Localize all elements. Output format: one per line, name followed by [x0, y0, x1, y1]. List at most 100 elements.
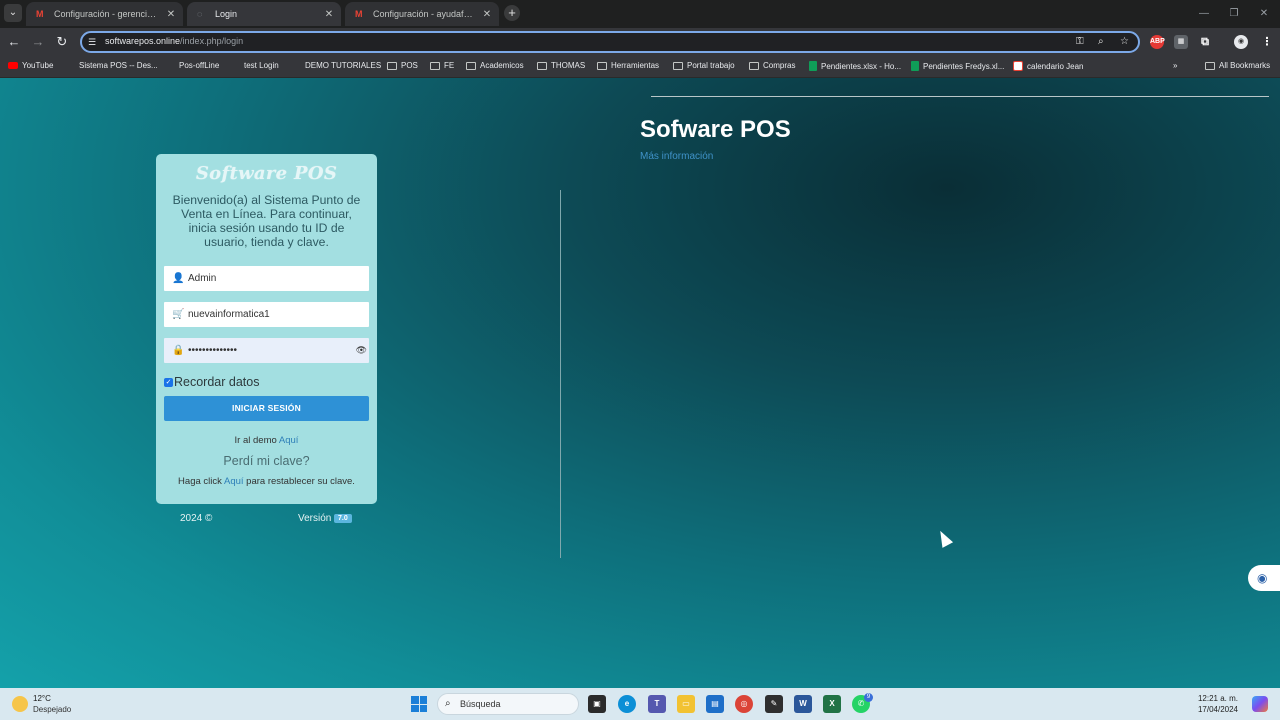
reset-link[interactable]: Aquí [224, 476, 244, 487]
folder-icon [1205, 61, 1215, 70]
welcome-text: Bienvenido(a) al Sistema Punto de Venta … [172, 193, 361, 249]
new-tab-button[interactable]: + [504, 5, 520, 21]
tab-search-button[interactable]: ⌄ [4, 4, 22, 22]
eye-icon[interactable]: 👁 [356, 345, 367, 356]
store-field[interactable]: 🛒 nuevainformatica1 [164, 302, 369, 327]
menu-icon[interactable]: ⋮ [1260, 35, 1274, 49]
tab-gmail-ayudafacil[interactable]: M Configuración - ayudafacilpos@ ✕ [345, 2, 499, 26]
bookmark-folder-portal-trabajo[interactable]: Portal trabajo [673, 61, 735, 70]
key-icon[interactable]: ⚿ [1076, 36, 1084, 47]
close-icon[interactable]: ✕ [481, 9, 493, 20]
excel-icon[interactable]: X [823, 695, 841, 713]
star-icon[interactable]: ☆ [1120, 36, 1129, 47]
youtube-icon [8, 62, 18, 69]
all-bookmarks-button[interactable]: All Bookmarks [1205, 61, 1270, 70]
demo-line: Ir al demo Aquí [234, 435, 299, 446]
bookmark-pos-offline[interactable]: Pos-offLine [179, 61, 219, 70]
version-badge: 7.0 [334, 514, 352, 523]
task-view-icon[interactable]: ▣ [588, 695, 606, 713]
gmail-icon: M [36, 9, 44, 19]
divider [651, 96, 1269, 97]
tab-title: Configuración - gerencia@nue [54, 9, 159, 19]
notification-badge: 9 [864, 693, 873, 702]
bookmark-youtube[interactable]: YouTube [8, 61, 53, 70]
folder-icon [537, 61, 547, 70]
demo-link[interactable]: Aquí [279, 435, 299, 446]
file-explorer-icon[interactable]: ▭ [677, 695, 695, 713]
login-button[interactable]: INICIAR SESIÓN [164, 396, 369, 421]
login-card: Software POS Bienvenido(a) al Sistema Pu… [156, 154, 377, 504]
close-icon[interactable]: ✕ [165, 9, 177, 20]
moon-weather-icon[interactable] [12, 696, 28, 712]
checkmark-icon[interactable]: ✓ [164, 377, 173, 387]
tab-title: Configuración - ayudafacilpos@ [373, 9, 475, 19]
clock-time[interactable]: 12:21 a. m. [1198, 694, 1238, 703]
site-info-icon[interactable]: ☰ [88, 36, 100, 48]
bookmark-folder-academicos[interactable]: Academicos [466, 61, 524, 70]
bookmarks-overflow-button[interactable]: » [1173, 61, 1177, 70]
mouse-cursor [934, 528, 954, 548]
bookmark-folder-herramientas[interactable]: Herramientas [597, 61, 659, 70]
notes-app-icon[interactable]: ✎ [765, 695, 783, 713]
copyright-year: 2024 © [180, 513, 213, 524]
password-field[interactable]: 🔒 •••••••••••••• 👁 [164, 338, 369, 363]
user-id-field[interactable]: 👤 Admin [164, 266, 369, 291]
search-icon: ⌕ [445, 698, 451, 709]
page-viewport: Sofware POS Más información Software POS… [0, 78, 1280, 688]
folder-icon [673, 61, 683, 70]
forward-button[interactable]: → [30, 34, 46, 50]
tab-gmail-gerencia[interactable]: M Configuración - gerencia@nue ✕ [26, 2, 183, 26]
bookmark-folder-pos[interactable]: POS [387, 61, 418, 70]
remember-checkbox[interactable]: ✓ Recordar datos [164, 375, 259, 389]
bookmark-folder-thomas[interactable]: THOMAS [537, 61, 585, 70]
close-icon[interactable]: ✕ [323, 9, 335, 20]
close-window-button[interactable]: ✕ [1244, 0, 1280, 28]
bookmark-test-login[interactable]: test Login [244, 61, 279, 70]
lost-password-text: Perdí mi clave? [223, 454, 310, 468]
copilot-icon[interactable] [1252, 696, 1268, 712]
reset-line: Haga click Aquí para restablecer su clav… [178, 476, 355, 487]
weather-temperature[interactable]: 12°C [33, 694, 51, 703]
chat-widget-button[interactable]: ◉ [1248, 565, 1280, 591]
windows-start-icon[interactable] [411, 696, 427, 712]
folder-icon [597, 61, 607, 70]
back-button[interactable]: ← [6, 34, 22, 50]
gmail-icon: M [355, 9, 363, 19]
store-icon[interactable]: ▤ [706, 695, 724, 713]
edge-icon[interactable]: e [618, 695, 636, 713]
weather-description[interactable]: Despejado [33, 705, 71, 714]
folder-icon [387, 61, 397, 70]
password-value: •••••••••••••• [188, 345, 238, 356]
user-id-value: Admin [188, 273, 217, 284]
chrome-icon[interactable]: ◎ [735, 695, 753, 713]
word-icon[interactable]: W [794, 695, 812, 713]
bookmarks-bar: YouTube Sistema POS -- Des... Pos-offLin… [0, 56, 1280, 78]
bookmark-pendientes[interactable]: Pendientes.xlsx - Ho... [809, 61, 901, 71]
bookmark-folder-fe[interactable]: FE [430, 61, 454, 70]
sheets-icon [911, 61, 919, 71]
bookmark-demo-tutoriales[interactable]: DEMO TUTORIALES [305, 61, 381, 70]
reload-button[interactable]: ↻ [54, 34, 70, 50]
user-icon: 👤 [172, 273, 185, 284]
bookmark-calendario-jean[interactable]: calendario Jean [1013, 61, 1083, 71]
zoom-icon[interactable]: ⌕ [1098, 36, 1104, 47]
profile-avatar[interactable]: ◉ [1234, 35, 1248, 49]
more-info-link[interactable]: Más información [640, 151, 713, 162]
clock-date[interactable]: 17/04/2024 [1198, 705, 1238, 714]
folder-icon [466, 61, 476, 70]
cart-icon: 🛒 [172, 309, 185, 320]
bookmark-sistema-pos[interactable]: Sistema POS -- Des... [79, 61, 158, 70]
bookmark-pendientes-fredys[interactable]: Pendientes Fredys.xl... [911, 61, 1004, 71]
tab-login[interactable]: ◌ Login ✕ [187, 2, 341, 26]
extension-qr-icon[interactable]: ▦ [1174, 35, 1188, 49]
calendar-icon [1013, 61, 1023, 71]
address-bar[interactable]: ☰ softwarepos.online/index.php/login ⚿ ⌕… [80, 31, 1140, 53]
puzzle-icon[interactable]: ⧉ [1198, 35, 1212, 49]
teams-icon[interactable]: T [648, 695, 666, 713]
bookmark-folder-compras[interactable]: Compras [749, 61, 795, 70]
url-text: softwarepos.online/index.php/login [105, 36, 244, 46]
taskbar-search[interactable]: ⌕ Búsqueda [437, 693, 579, 715]
adblock-icon[interactable]: ABP [1150, 35, 1165, 49]
page-title: Sofware POS [640, 116, 791, 143]
lock-icon: 🔒 [172, 345, 185, 356]
